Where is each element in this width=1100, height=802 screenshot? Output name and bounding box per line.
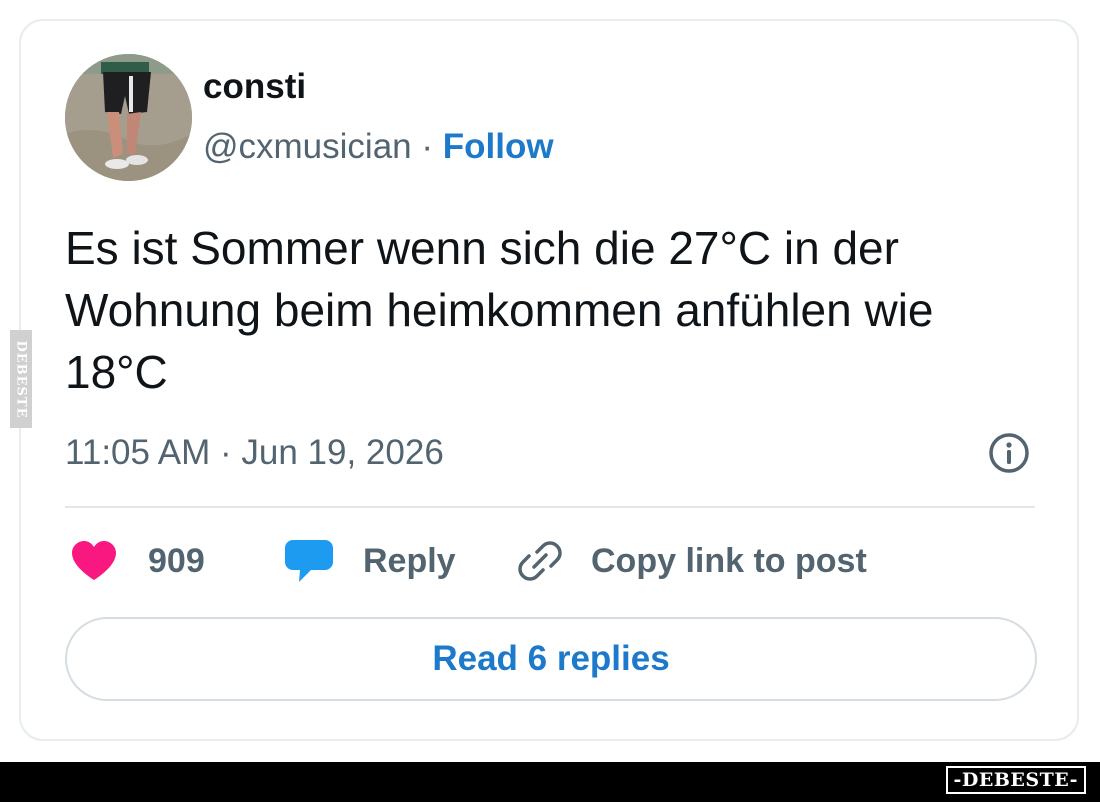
side-watermark-text: DEBESTE	[13, 339, 29, 419]
reply-label: Reply	[363, 542, 456, 580]
like-count: 909	[148, 542, 205, 580]
side-watermark: DEBESTE	[10, 330, 32, 428]
follow-link[interactable]: Follow	[443, 127, 554, 166]
tweet-timestamp[interactable]: 11:05 AM · Jun 19, 2026	[65, 431, 444, 475]
copy-link-button[interactable]: Copy link to post	[517, 531, 867, 591]
bottom-bar: -DEBESTE-	[0, 762, 1100, 802]
copy-link-label: Copy link to post	[591, 542, 867, 580]
speech-bubble-icon	[285, 540, 333, 582]
display-name[interactable]: consti	[203, 67, 306, 107]
watermark-logo: -DEBESTE-	[945, 766, 1086, 794]
divider	[65, 506, 1035, 508]
like-button[interactable]: 909	[70, 531, 205, 591]
read-replies-button[interactable]: Read 6 replies	[65, 617, 1037, 701]
avatar-photo	[65, 54, 192, 181]
tweet-card: consti @cxmusician · Follow Es ist Somme…	[19, 19, 1079, 741]
reply-button[interactable]: Reply	[285, 531, 456, 591]
user-handle[interactable]: @cxmusician	[203, 127, 412, 166]
handle-row: @cxmusician · Follow	[203, 125, 554, 169]
separator-dot: ·	[421, 127, 434, 166]
action-bar: 909 Reply Copy link to post	[65, 531, 1035, 591]
avatar[interactable]	[65, 54, 192, 181]
link-icon	[518, 541, 562, 581]
tweet-text: Es ist Sommer wenn sich die 27°C in der …	[65, 222, 934, 398]
heart-icon	[72, 541, 116, 580]
info-icon[interactable]	[987, 431, 1031, 475]
